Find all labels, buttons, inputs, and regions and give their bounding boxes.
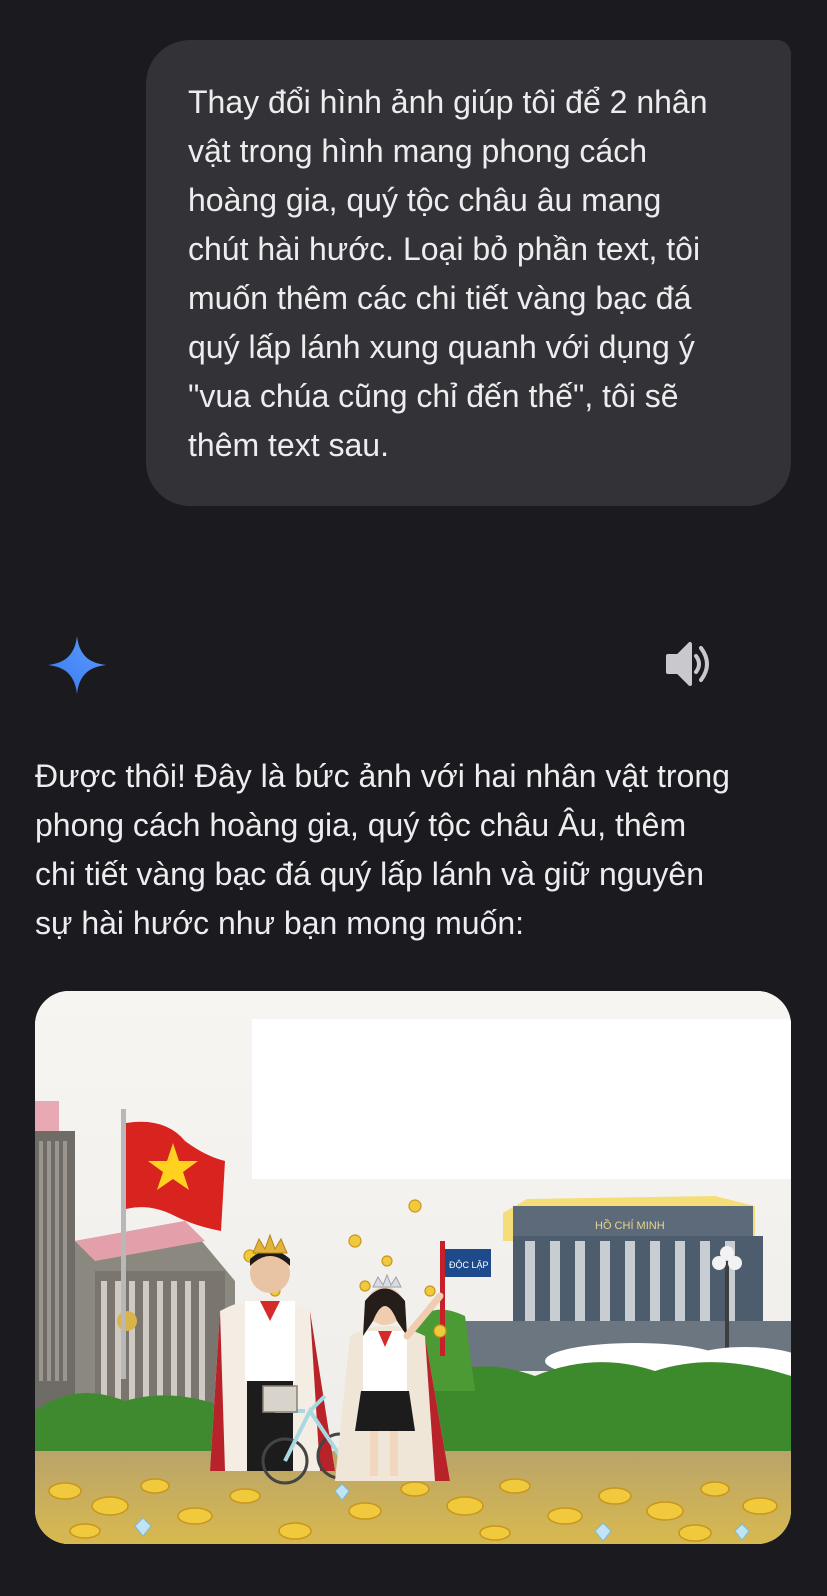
blank-text-area: [252, 1019, 791, 1179]
speaker-icon: [666, 642, 709, 686]
user-message-bubble: Thay đổi hình ảnh giúp tôi để 2 nhân vật…: [146, 40, 791, 506]
street-sign-text: ĐỘC LẬP: [449, 1260, 489, 1270]
speaker-button[interactable]: [664, 638, 722, 690]
assistant-response-text: Được thôi! Đây là bức ảnh với hai nhân v…: [35, 758, 730, 941]
mausoleum-label: HỒ CHÍ MINH: [595, 1219, 665, 1232]
generated-image[interactable]: HỒ CHÍ MINH ĐỘC LẬP: [35, 991, 791, 1544]
user-message-text: Thay đổi hình ảnh giúp tôi để 2 nhân vật…: [188, 84, 708, 463]
gemini-sparkle-icon: [46, 634, 108, 696]
